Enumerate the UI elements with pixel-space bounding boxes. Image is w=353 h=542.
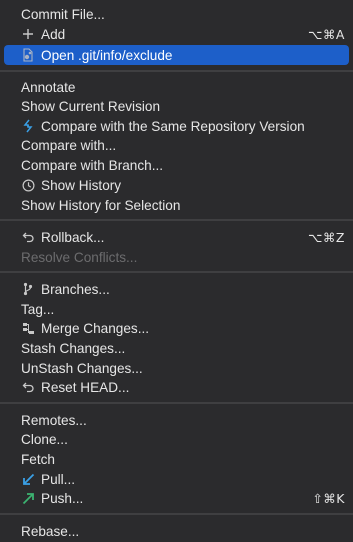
plus-icon	[21, 27, 35, 41]
menu-item-label: Rebase...	[21, 523, 80, 539]
menu-item-label: Stash Changes...	[21, 340, 126, 356]
menu-item-branches[interactable]: Branches...	[0, 279, 353, 299]
menu-item-compare-with[interactable]: Compare with...	[0, 135, 353, 155]
undo-icon	[21, 380, 35, 394]
menu-item-open-exclude[interactable]: Open .git/info/exclude	[4, 45, 349, 65]
compare-arrows-icon	[21, 119, 35, 133]
menu-item-show-history[interactable]: Show History	[0, 175, 353, 195]
branch-icon	[21, 282, 35, 296]
menu-item-compare-same-repo[interactable]: Compare with the Same Repository Version	[0, 116, 353, 136]
menu-item-tag[interactable]: Tag...	[0, 299, 353, 319]
shortcut-label: ⌥⌘A	[308, 26, 345, 42]
menu-item-label: Compare with Branch...	[21, 157, 164, 173]
menu-item-label: Add	[41, 26, 66, 42]
clock-icon	[21, 178, 35, 192]
menu-item-label: Fetch	[21, 451, 55, 467]
menu-item-label: Compare with...	[21, 137, 117, 153]
menu-item-label: Show Current Revision	[21, 98, 161, 114]
push-arrow-icon	[21, 491, 35, 505]
menu-item-push[interactable]: Push... ⇧⌘K	[0, 488, 353, 508]
menu-separator	[0, 271, 353, 273]
menu-item-label: Show History	[41, 177, 122, 193]
menu-item-label: Rollback...	[41, 229, 105, 245]
menu-item-label: UnStash Changes...	[21, 360, 143, 376]
pull-arrow-icon	[21, 472, 35, 486]
menu-separator	[0, 402, 353, 404]
menu-item-clone[interactable]: Clone...	[0, 429, 353, 449]
menu-separator	[0, 513, 353, 515]
menu-item-label: Annotate	[21, 79, 76, 95]
shortcut-label: ⇧⌘K	[312, 490, 345, 506]
file-exclude-icon	[21, 48, 35, 62]
menu-item-label: Merge Changes...	[41, 320, 150, 336]
menu-item-label: Resolve Conflicts...	[21, 249, 138, 265]
menu-item-annotate[interactable]: Annotate	[0, 77, 353, 97]
menu-item-label: Pull...	[41, 471, 75, 487]
menu-item-merge-changes[interactable]: Merge Changes...	[0, 318, 353, 338]
menu-item-reset-head[interactable]: Reset HEAD...	[0, 377, 353, 397]
menu-item-label: Open .git/info/exclude	[41, 47, 173, 63]
merge-icon	[21, 321, 35, 335]
menu-item-label: Tag...	[21, 301, 55, 317]
menu-item-add[interactable]: Add ⌥⌘A	[0, 24, 353, 44]
menu-item-unstash-changes[interactable]: UnStash Changes...	[0, 358, 353, 378]
menu-item-stash-changes[interactable]: Stash Changes...	[0, 338, 353, 358]
menu-item-show-current-revision[interactable]: Show Current Revision	[0, 96, 353, 116]
menu-item-label: Branches...	[41, 281, 110, 297]
menu-item-label: Show History for Selection	[21, 197, 181, 213]
undo-icon	[21, 230, 35, 244]
menu-item-label: Push...	[41, 490, 84, 506]
menu-item-remotes[interactable]: Remotes...	[0, 410, 353, 430]
menu-item-show-history-selection[interactable]: Show History for Selection	[0, 195, 353, 215]
menu-item-label: Remotes...	[21, 412, 87, 428]
menu-item-resolve-conflicts: Resolve Conflicts...	[0, 247, 353, 267]
menu-item-commit-file[interactable]: Commit File...	[0, 4, 353, 24]
menu-item-label: Clone...	[21, 431, 68, 447]
shortcut-label: ⌥⌘Z	[308, 229, 345, 245]
menu-item-fetch[interactable]: Fetch	[0, 449, 353, 469]
menu-item-pull[interactable]: Pull...	[0, 469, 353, 489]
menu-item-label: Compare with the Same Repository Version	[41, 118, 305, 134]
vcs-context-menu: Commit File... Add ⌥⌘A Open .git/info/ex…	[0, 0, 353, 542]
menu-item-label: Reset HEAD...	[41, 379, 130, 395]
menu-item-compare-branch[interactable]: Compare with Branch...	[0, 155, 353, 175]
menu-item-rollback[interactable]: Rollback... ⌥⌘Z	[0, 227, 353, 247]
menu-item-label: Commit File...	[21, 6, 105, 22]
menu-item-rebase[interactable]: Rebase...	[0, 521, 353, 541]
menu-separator	[0, 70, 353, 72]
menu-separator	[0, 219, 353, 221]
